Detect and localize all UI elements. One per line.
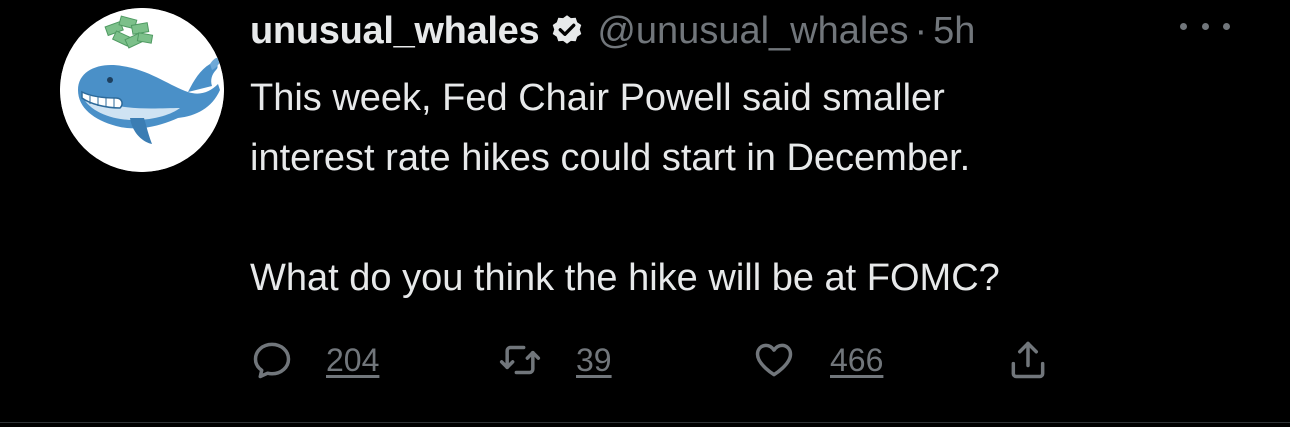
reply-icon bbox=[253, 342, 291, 379]
tweet-card[interactable]: unusual_whales @unusual_whales · 5h This… bbox=[0, 0, 1290, 427]
whale-avatar-icon bbox=[60, 8, 224, 172]
tweet-header: unusual_whales @unusual_whales · 5h bbox=[250, 6, 975, 56]
reply-button[interactable]: 204 bbox=[250, 330, 379, 390]
tweet-text-line: interest rate hikes could start in Decem… bbox=[250, 137, 971, 179]
tweet-text-line: What do you think the hike will be at FO… bbox=[250, 257, 1000, 299]
retweet-icon bbox=[499, 345, 541, 375]
display-name[interactable]: unusual_whales bbox=[250, 10, 540, 53]
share-button[interactable] bbox=[1006, 330, 1050, 390]
verified-badge-icon bbox=[553, 15, 582, 44]
heart-icon bbox=[755, 343, 793, 377]
divider bbox=[0, 422, 1290, 423]
like-button[interactable]: 466 bbox=[752, 330, 883, 390]
more-options-icon[interactable] bbox=[1180, 16, 1230, 36]
like-count[interactable]: 466 bbox=[830, 342, 883, 379]
reply-count[interactable]: 204 bbox=[326, 342, 379, 379]
separator-dot: · bbox=[914, 9, 928, 52]
timestamp[interactable]: 5h bbox=[933, 10, 975, 53]
tweet-text-line: This week, Fed Chair Powell said smaller bbox=[250, 77, 945, 119]
retweet-button[interactable]: 39 bbox=[498, 330, 612, 390]
handle[interactable]: @unusual_whales bbox=[597, 10, 908, 53]
retweet-count[interactable]: 39 bbox=[576, 342, 612, 379]
tweet-text: This week, Fed Chair Powell said smaller… bbox=[250, 68, 1250, 308]
avatar[interactable] bbox=[60, 8, 224, 172]
share-icon bbox=[1011, 341, 1045, 379]
